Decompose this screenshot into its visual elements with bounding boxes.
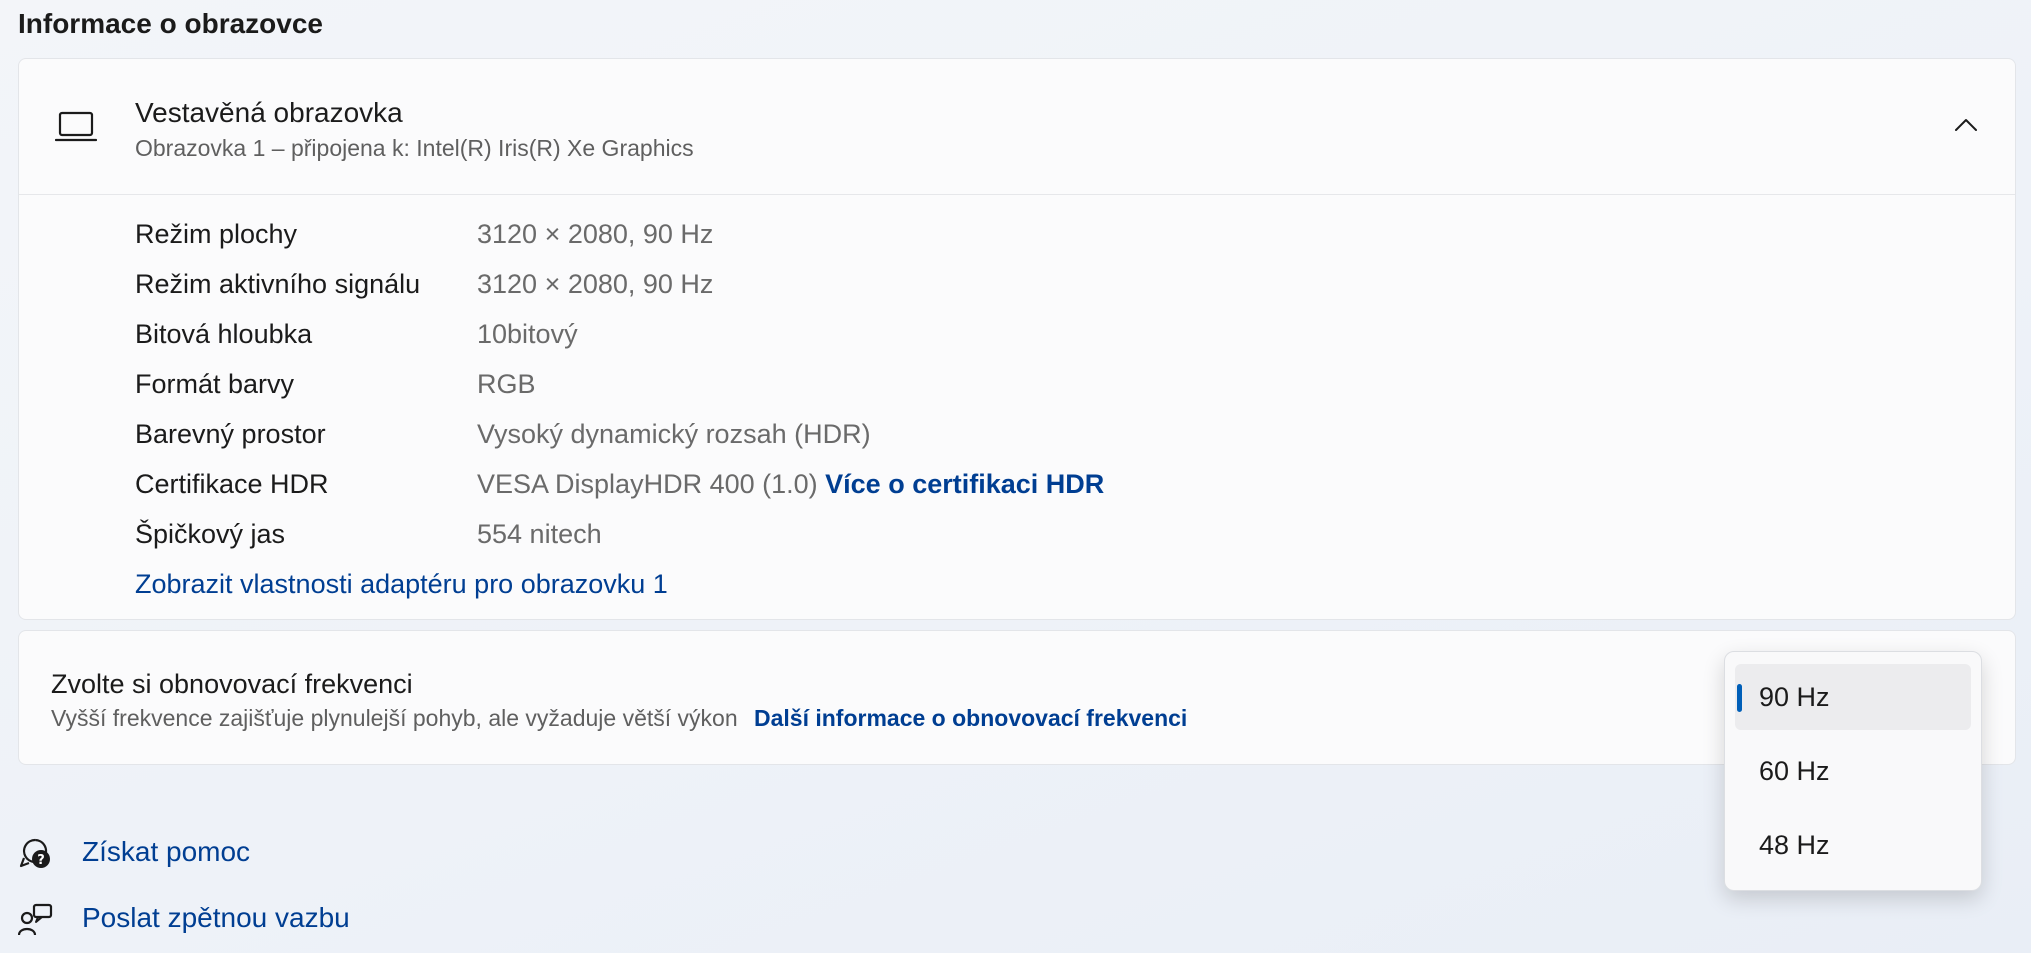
property-row-active-signal: Režim aktivního signálu 3120 × 2080, 90 … bbox=[135, 261, 1735, 311]
display-subtitle: Obrazovka 1 – připojena k: Intel(R) Iris… bbox=[135, 135, 694, 161]
refresh-option-label: 60 Hz bbox=[1759, 756, 1830, 786]
property-label: Režim aktivního signálu bbox=[135, 269, 421, 299]
refresh-rate-card: Zvolte si obnovovací frekvenci Vyšší fre… bbox=[18, 630, 2016, 765]
help-icon: ? bbox=[19, 838, 50, 868]
display-properties: Režim plochy 3120 × 2080, 90 Hz Režim ak… bbox=[135, 211, 1735, 561]
property-row-color-format: Formát barvy RGB bbox=[135, 361, 1735, 411]
laptop-icon bbox=[55, 111, 97, 142]
adapter-properties-link[interactable]: Zobrazit vlastnosti adaptéru pro obrazov… bbox=[135, 569, 668, 600]
property-value: Vysoký dynamický rozsah (HDR) bbox=[477, 419, 871, 449]
property-label: Bitová hloubka bbox=[135, 319, 313, 349]
feedback-icon bbox=[18, 903, 53, 936]
refresh-rate-dropdown[interactable]: 90 Hz 60 Hz 48 Hz bbox=[1724, 651, 1982, 891]
section-title: Informace o obrazovce bbox=[18, 8, 323, 39]
property-row-peak-brightness: Špičkový jas 554 nitech bbox=[135, 511, 1735, 561]
svg-text:?: ? bbox=[37, 853, 45, 868]
property-label: Barevný prostor bbox=[135, 419, 326, 449]
property-value: 3120 × 2080, 90 Hz bbox=[477, 269, 714, 299]
property-row-color-space: Barevný prostor Vysoký dynamický rozsah … bbox=[135, 411, 1735, 461]
property-row-bit-depth: Bitová hloubka 10bitový bbox=[135, 311, 1735, 361]
display-title: Vestavěná obrazovka bbox=[135, 97, 403, 128]
hdr-certification-value: VESA DisplayHDR 400 (1.0) bbox=[477, 469, 818, 499]
property-value: VESA DisplayHDR 400 (1.0) Více o certifi… bbox=[477, 469, 1104, 500]
send-feedback-link[interactable]: Poslat zpětnou vazbu bbox=[18, 896, 418, 940]
display-info-card: Vestavěná obrazovka Obrazovka 1 – připoj… bbox=[18, 58, 2016, 620]
get-help-label: Získat pomoc bbox=[82, 836, 251, 867]
display-header[interactable]: Vestavěná obrazovka Obrazovka 1 – připoj… bbox=[19, 59, 2015, 195]
send-feedback-label: Poslat zpětnou vazbu bbox=[82, 902, 350, 933]
refresh-option-60hz[interactable]: 60 Hz bbox=[1735, 738, 1971, 804]
refresh-option-48hz[interactable]: 48 Hz bbox=[1735, 812, 1971, 878]
refresh-rate-description: Vyšší frekvence zajišťuje plynulejší poh… bbox=[51, 705, 738, 731]
property-label: Formát barvy bbox=[135, 369, 295, 399]
hdr-certification-link[interactable]: Více o certifikaci HDR bbox=[825, 469, 1104, 499]
selected-indicator bbox=[1737, 684, 1742, 712]
property-row-desktop-mode: Režim plochy 3120 × 2080, 90 Hz bbox=[135, 211, 1735, 261]
refresh-rate-subtitle: Vyšší frekvence zajišťuje plynulejší poh… bbox=[51, 705, 1187, 732]
property-label: Certifikace HDR bbox=[135, 469, 329, 499]
property-value: 554 nitech bbox=[477, 519, 602, 549]
get-help-link[interactable]: ? Získat pomoc bbox=[18, 830, 418, 874]
refresh-option-90hz[interactable]: 90 Hz bbox=[1735, 664, 1971, 730]
property-label: Špičkový jas bbox=[135, 519, 286, 549]
refresh-option-label: 90 Hz bbox=[1759, 682, 1830, 712]
property-value: 10bitový bbox=[477, 319, 578, 349]
refresh-rate-title: Zvolte si obnovovací frekvenci bbox=[51, 669, 413, 699]
chevron-up-icon[interactable] bbox=[1953, 115, 1979, 135]
property-value: 3120 × 2080, 90 Hz bbox=[477, 219, 714, 249]
refresh-rate-info-link[interactable]: Další informace o obnovovací frekvenci bbox=[754, 705, 1187, 731]
refresh-option-label: 48 Hz bbox=[1759, 830, 1830, 860]
property-row-hdr-certification: Certifikace HDR VESA DisplayHDR 400 (1.0… bbox=[135, 461, 1735, 511]
property-value: RGB bbox=[477, 369, 536, 399]
property-label: Režim plochy bbox=[135, 219, 298, 249]
